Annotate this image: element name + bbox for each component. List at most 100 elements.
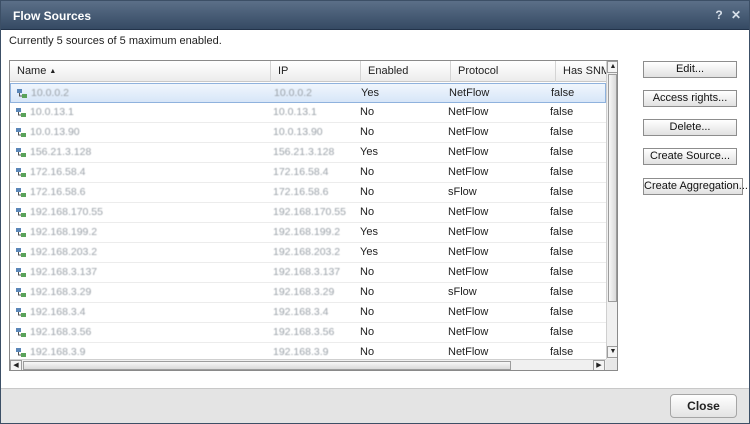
flow-sources-dialog: Flow Sources ? ✕ Currently 5 sources of … — [0, 0, 750, 424]
cell-protocol: NetFlow — [448, 126, 489, 138]
column-header-protocol[interactable]: Protocol — [451, 61, 556, 82]
table-row[interactable]: 192.168.3.56 192.168.3.56 No NetFlow false — [10, 323, 606, 343]
cell-enabled: Yes — [360, 226, 378, 238]
cell-enabled: Yes — [360, 246, 378, 258]
column-header-has-snmp[interactable]: Has SNM — [556, 61, 606, 82]
table-header: Name ▲ IP Enabled Protocol Has SNM — [10, 61, 606, 82]
cell-protocol: NetFlow — [448, 106, 489, 118]
network-source-icon — [16, 148, 26, 157]
column-header-label: Enabled — [368, 65, 409, 77]
dialog-title: Flow Sources — [13, 9, 92, 23]
network-source-icon — [16, 108, 26, 117]
scroll-left-icon[interactable]: ◀ — [10, 360, 22, 370]
create-source-button[interactable]: Create Source... — [643, 148, 737, 165]
cell-snmp: false — [551, 87, 575, 99]
cell-enabled: No — [360, 326, 375, 338]
cell-name: 192.168.3.4 — [30, 306, 86, 318]
delete-button[interactable]: Delete... — [643, 119, 737, 136]
cell-enabled: No — [360, 126, 375, 138]
cell-protocol: NetFlow — [449, 87, 490, 99]
help-icon[interactable]: ? — [712, 8, 726, 22]
cell-name: 192.168.170.55 — [30, 206, 103, 218]
table-row[interactable]: 156.21.3.128 156.21.3.128 Yes NetFlow false — [10, 143, 606, 163]
table-row[interactable]: 172.16.58.4 172.16.58.4 No NetFlow false — [10, 163, 606, 183]
cell-enabled: No — [360, 286, 375, 298]
cell-ip: 192.168.3.56 — [273, 326, 335, 338]
table-row[interactable]: 10.0.13.90 10.0.13.90 No NetFlow false — [10, 123, 606, 143]
cell-ip: 192.168.170.55 — [273, 206, 346, 218]
cell-enabled: Yes — [361, 87, 379, 99]
cell-protocol: NetFlow — [448, 166, 489, 178]
cell-name: 156.21.3.128 — [30, 146, 92, 158]
column-header-name[interactable]: Name ▲ — [10, 61, 271, 82]
scroll-right-icon[interactable]: ▶ — [593, 360, 605, 370]
column-header-label: Protocol — [458, 65, 499, 77]
cell-snmp: false — [550, 186, 574, 198]
column-header-ip[interactable]: IP — [271, 61, 361, 82]
cell-name: 10.0.0.2 — [31, 87, 69, 99]
cell-ip: 156.21.3.128 — [273, 146, 335, 158]
table-row[interactable]: 192.168.3.29 192.168.3.29 No sFlow false — [10, 283, 606, 303]
horizontal-scrollbar[interactable]: ◀ ▶ — [10, 359, 606, 370]
cell-name: 192.168.3.56 — [30, 326, 92, 338]
cell-snmp: false — [550, 146, 574, 158]
table-row[interactable]: 192.168.170.55 192.168.170.55 No NetFlow fal… — [10, 203, 606, 223]
table-row[interactable]: 192.168.3.137 192.168.3.137 No NetFlow false — [10, 263, 606, 283]
cell-snmp: false — [550, 326, 574, 338]
vertical-scrollbar[interactable]: ▲ ▼ — [606, 61, 617, 359]
network-source-icon — [17, 89, 27, 98]
cell-snmp: false — [550, 286, 574, 298]
cell-snmp: false — [550, 166, 574, 178]
cell-enabled: No — [360, 206, 375, 218]
network-source-icon — [16, 288, 26, 297]
close-button[interactable]: Close — [670, 394, 737, 418]
network-source-icon — [16, 248, 26, 257]
table-row[interactable]: 192.168.3.4 192.168.3.4 No NetFlow false — [10, 303, 606, 323]
cell-ip: 192.168.199.2 — [273, 226, 341, 238]
table-row[interactable]: 10.0.13.1 10.0.13.1 No NetFlow false — [10, 103, 606, 123]
network-source-icon — [16, 188, 26, 197]
cell-protocol: NetFlow — [448, 226, 489, 238]
edit-button[interactable]: Edit... — [643, 61, 737, 78]
column-header-label: Name — [17, 65, 47, 77]
table-row[interactable]: 10.0.0.2 10.0.0.2 Yes NetFlow false — [10, 83, 606, 103]
access-rights-button[interactable]: Access rights... — [643, 90, 737, 107]
horizontal-scroll-thumb[interactable] — [23, 361, 511, 370]
close-icon[interactable]: ✕ — [729, 8, 743, 22]
scroll-up-icon[interactable]: ▲ — [607, 61, 617, 73]
table-row[interactable]: 192.168.199.2 192.168.199.2 Yes NetFlow fals… — [10, 223, 606, 243]
cell-ip: 192.168.3.137 — [273, 266, 341, 278]
cell-protocol: sFlow — [448, 286, 477, 298]
cell-ip: 192.168.3.4 — [273, 306, 329, 318]
cell-snmp: false — [550, 266, 574, 278]
network-source-icon — [16, 268, 26, 277]
create-aggregation-button[interactable]: Create Aggregation... — [643, 178, 748, 195]
cell-name: 192.168.3.29 — [30, 286, 92, 298]
cell-name: 172.16.58.6 — [30, 186, 86, 198]
network-source-icon — [16, 208, 26, 217]
status-text: Currently 5 sources of 5 maximum enabled… — [9, 35, 222, 47]
cell-protocol: NetFlow — [448, 246, 489, 258]
scrollbar-corner — [606, 359, 617, 370]
flow-sources-table: Name ▲ IP Enabled Protocol Has SNM 10.0.0… — [9, 60, 618, 371]
cell-ip: 192.168.3.29 — [273, 286, 335, 298]
cell-ip: 10.0.0.2 — [274, 87, 312, 99]
table-row[interactable]: 192.168.203.2 192.168.203.2 Yes NetFlow fals… — [10, 243, 606, 263]
cell-ip: 172.16.58.6 — [273, 186, 329, 198]
vertical-scroll-thumb[interactable] — [608, 74, 617, 302]
column-header-enabled[interactable]: Enabled — [361, 61, 451, 82]
cell-snmp: false — [550, 206, 574, 218]
cell-name: 10.0.13.1 — [30, 106, 74, 118]
cell-ip: 172.16.58.4 — [273, 166, 329, 178]
network-source-icon — [16, 348, 26, 357]
cell-enabled: No — [360, 306, 375, 318]
cell-name: 192.168.199.2 — [30, 226, 98, 238]
dialog-footer — [1, 388, 749, 423]
scroll-down-icon[interactable]: ▼ — [607, 346, 617, 358]
cell-snmp: false — [550, 106, 574, 118]
sort-ascending-icon: ▲ — [49, 68, 57, 75]
table-row[interactable]: 172.16.58.6 172.16.58.6 No sFlow false — [10, 183, 606, 203]
cell-enabled: Yes — [360, 146, 378, 158]
network-source-icon — [16, 228, 26, 237]
cell-protocol: NetFlow — [448, 266, 489, 278]
